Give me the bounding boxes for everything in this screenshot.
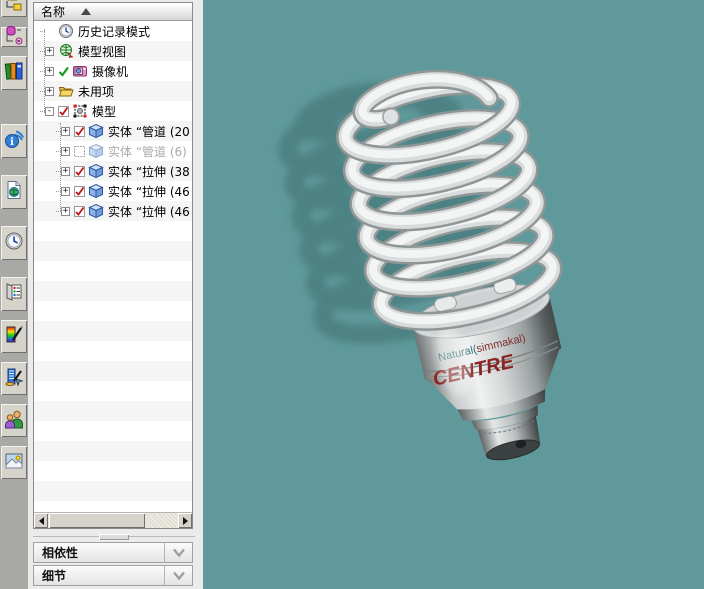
expand-toggle[interactable]: + [45,66,54,76]
detail-panel-label: 细节 [42,569,67,583]
detail-panel-header[interactable]: 细节 [33,565,193,586]
solid-cube-icon [88,183,104,199]
unchecked-checkbox[interactable] [74,145,85,157]
scrollbar-thumb[interactable] [49,513,145,528]
database-tree-button[interactable] [1,25,27,49]
clock-button[interactable] [1,226,27,260]
tree-row-label: 历史记录模式 [78,24,151,39]
spiral-cfl-bulb-model: Natural(simmakal) CENTRE [203,0,704,589]
expand-toggle[interactable]: + [61,126,70,136]
solid-cube-icon [88,143,104,159]
catalog-books-icon [4,61,24,85]
tree-row-label: 实体 “拉伸 (38 [108,164,190,179]
color-settings-button[interactable] [1,320,27,353]
tree-row-label: 摄像机 [92,64,129,79]
tree-header-label: 名称 [41,5,66,19]
expand-toggle[interactable]: + [61,206,70,216]
tree-row-label: 模型 [92,104,117,119]
tree-row-solid-pipe-2[interactable]: + 实体 “管道 (6) [34,141,192,161]
collaboration-people-icon [4,409,24,433]
dependency-panel-header[interactable]: 相依性 [33,542,193,563]
scene-browser: 名称 历史记录模式 + 模型视图 + 摄像机 + 未用项 - 模型 + 实体 “… [33,2,193,529]
scene-tree-icon [4,0,24,16]
solid-cube-icon [88,123,104,139]
web-document-button[interactable] [1,175,27,209]
dependency-expand-button[interactable] [164,543,192,562]
tree-row-label: 未用项 [78,84,115,99]
tree-row-solid-extrude-2[interactable]: + 实体 “拉伸 (46 [34,181,192,201]
info-button[interactable]: i [1,124,27,158]
scroll-left-button[interactable] [34,513,48,528]
history-clock-icon [58,23,74,39]
clock-icon [4,231,24,255]
image-icon [4,451,24,475]
smart-render-button[interactable] [1,362,27,395]
tree-row-unused-items[interactable]: + 未用项 [34,81,192,101]
expand-toggle[interactable]: + [45,46,54,56]
tree-row-solid-pipe-1[interactable]: + 实体 “管道 (20 [34,121,192,141]
tree-guide-line [60,123,62,211]
red-check-checkbox[interactable] [74,205,85,217]
expand-toggle[interactable]: + [61,146,70,156]
collapse-toggle[interactable]: - [45,106,54,116]
chevron-down-icon [172,548,185,557]
info-signal-icon: i [4,129,25,153]
tree-guide-line [44,29,46,113]
panel-splitter[interactable] [33,533,195,541]
browser-panel-column: 名称 历史记录模式 + 模型视图 + 摄像机 + 未用项 - 模型 + 实体 “… [28,0,203,589]
tree-horizontal-scrollbar[interactable] [34,512,192,528]
splitter-handle[interactable] [99,534,129,540]
green-check-icon[interactable] [58,66,69,77]
red-check-checkbox[interactable] [58,105,69,117]
web-document-icon [4,180,24,204]
expand-toggle[interactable]: + [61,166,70,176]
scroll-left-icon [38,516,44,525]
red-check-checkbox[interactable] [74,185,85,197]
solid-cube-icon [88,163,104,179]
tree-row-label: 实体 “拉伸 (46 [108,204,190,219]
tree-row-label: 实体 “管道 (20 [108,124,190,139]
tree-row-solid-extrude-3[interactable]: + 实体 “拉伸 (46 [34,201,192,221]
catalogs-button[interactable] [1,56,27,90]
options-panel-button[interactable] [1,277,27,311]
collaboration-button[interactable] [1,404,27,437]
tree-row-model-views[interactable]: + 模型视图 [34,41,192,61]
cad-application-window: i 名称 历史记录模式 + 模型视图 + 摄像机 + 未用项 - 模型 + 实体… [0,0,704,589]
tree-row-label: 实体 “管道 (6) [108,144,187,159]
tree-row-cameras[interactable]: + 摄像机 [34,61,192,81]
red-check-checkbox[interactable] [74,125,85,137]
expand-toggle[interactable]: + [61,186,70,196]
tree-row-model[interactable]: - 模型 [34,101,192,121]
tree-row-history-mode[interactable]: 历史记录模式 [34,21,192,41]
scroll-right-button[interactable] [178,513,192,528]
database-tree-icon [4,25,24,49]
svg-text:i: i [10,137,14,148]
tree-row-label: 模型视图 [78,44,127,59]
tree-rows: 历史记录模式 + 模型视图 + 摄像机 + 未用项 - 模型 + 实体 “管道 … [34,21,192,513]
detail-expand-button[interactable] [164,566,192,585]
model-views-icon [58,43,74,59]
solid-cube-icon [88,203,104,219]
tree-row-label: 实体 “拉伸 (46 [108,184,190,199]
viewport-3d[interactable]: Natural(simmakal) CENTRE [203,0,704,589]
tree-header-name-column[interactable]: 名称 [34,3,192,21]
left-toolbar: i [0,0,28,589]
image-button[interactable] [1,446,27,479]
red-check-checkbox[interactable] [74,165,85,177]
scroll-right-icon [182,516,188,525]
sort-ascending-icon [81,8,92,15]
dependency-panel-label: 相依性 [42,546,79,560]
camera-icon [72,63,88,79]
scene-tree-button[interactable] [1,0,27,17]
folder-open-icon [58,83,74,99]
model-icon [72,103,88,119]
smart-render-icon [4,367,24,391]
chevron-down-icon [172,571,185,580]
tree-row-solid-extrude-1[interactable]: + 实体 “拉伸 (38 [34,161,192,181]
panel-door-icon [4,282,24,306]
color-wand-icon [4,325,24,349]
expand-toggle[interactable]: + [45,86,54,96]
